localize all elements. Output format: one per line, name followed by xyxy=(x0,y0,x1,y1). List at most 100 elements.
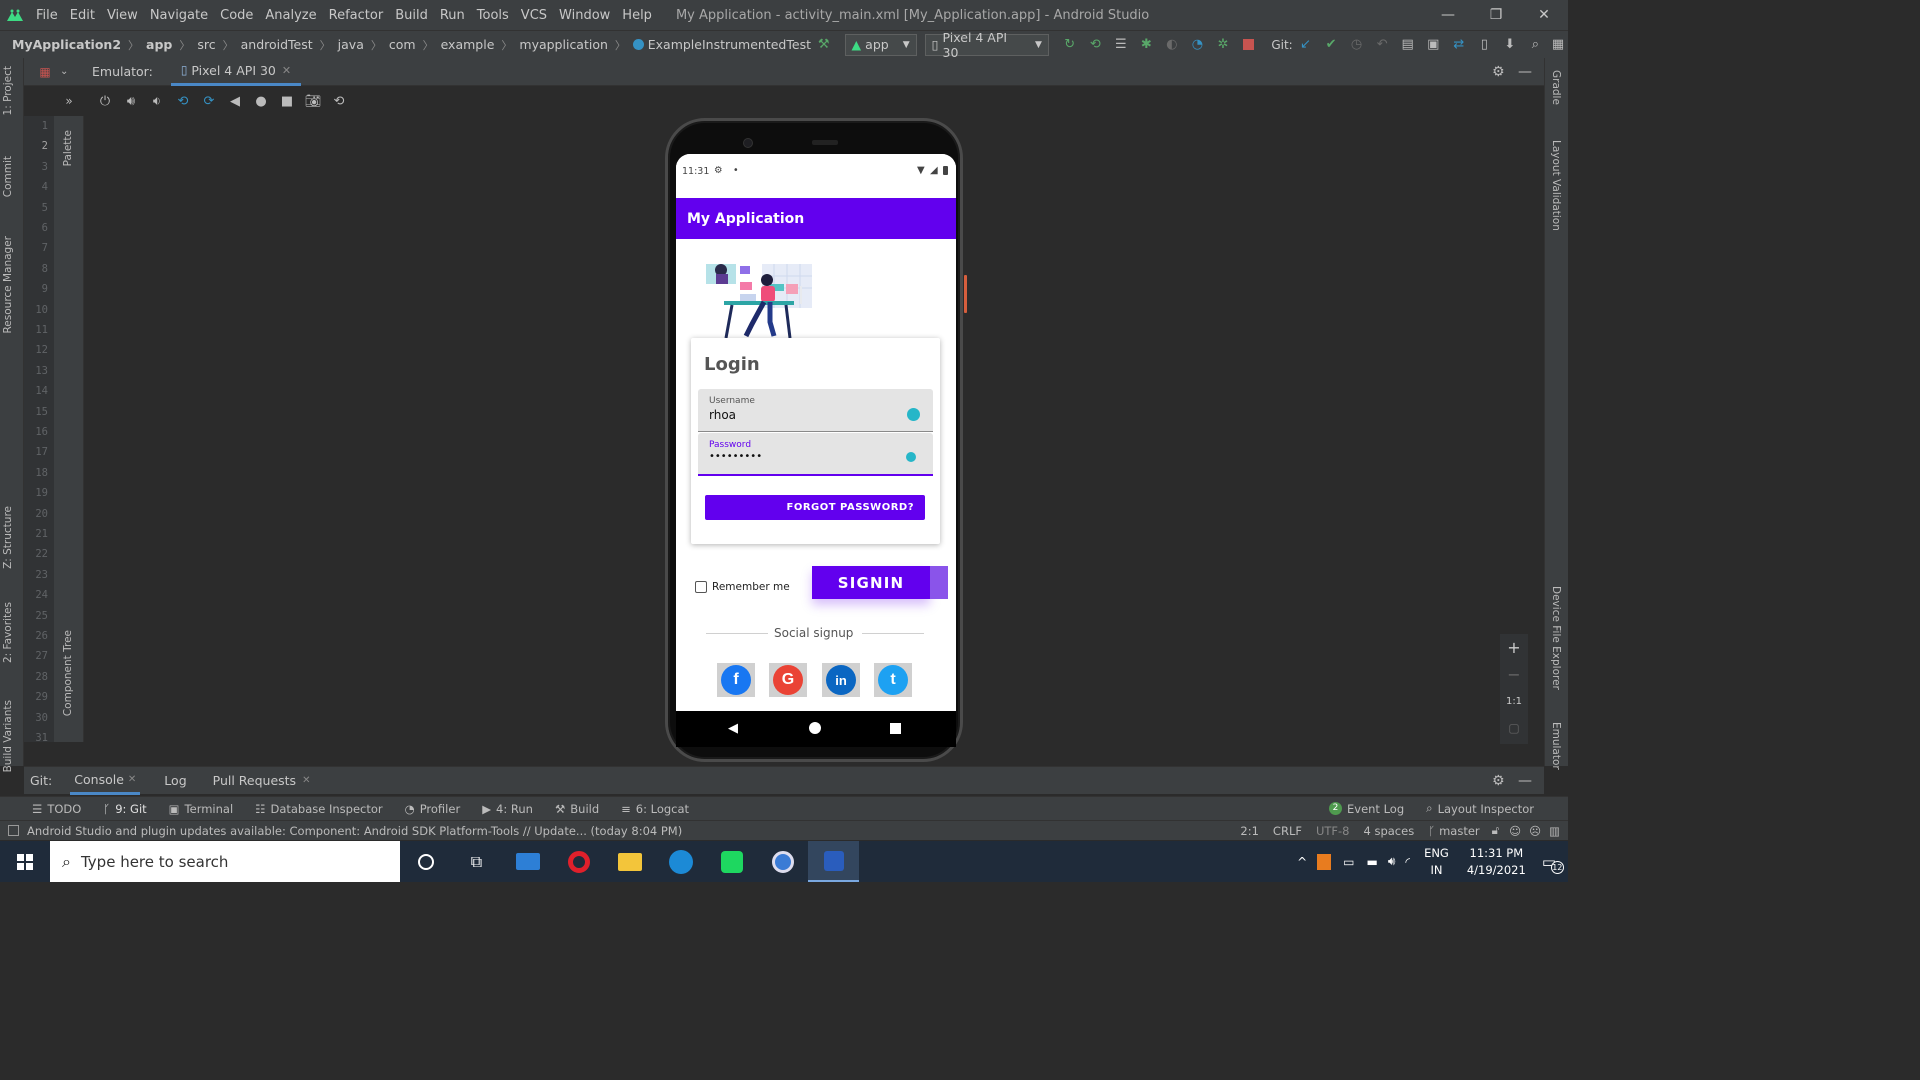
menu-view[interactable]: View xyxy=(101,8,144,23)
git-commit-icon[interactable]: ✔ xyxy=(1318,34,1344,56)
debug-icon[interactable]: ✱ xyxy=(1134,34,1160,56)
indent-setting[interactable]: 4 spaces xyxy=(1364,824,1415,838)
breadcrumb-myapplication[interactable]: myapplication xyxy=(519,37,608,52)
nav-back-icon[interactable]: ◀ xyxy=(728,721,738,736)
nav-home-icon[interactable] xyxy=(809,722,821,734)
attach-debugger-icon[interactable]: ◐ xyxy=(1159,34,1185,56)
search-icon[interactable]: ⌕ xyxy=(1523,34,1549,56)
battery-tray-icon[interactable]: ▬ xyxy=(1367,855,1378,869)
username-field[interactable]: Username rhoa xyxy=(698,389,933,432)
zoom-actual-button[interactable]: 1:1 xyxy=(1500,688,1528,715)
settings-gear-icon[interactable]: ⚙ xyxy=(1492,64,1518,80)
password-field[interactable]: Password ••••••••• xyxy=(698,433,933,476)
rerun-icon[interactable]: ↻ xyxy=(1057,34,1083,56)
cortana-icon[interactable] xyxy=(400,841,451,882)
spotify-icon[interactable] xyxy=(706,841,757,882)
home-icon[interactable]: ● xyxy=(248,90,274,112)
close-tab-icon[interactable]: ✕ xyxy=(282,64,291,77)
linkedin-button[interactable]: in xyxy=(822,663,860,697)
zoom-fit-icon[interactable]: ▢ xyxy=(1500,715,1528,742)
project-structure-icon[interactable]: ▤ xyxy=(1395,34,1421,56)
todo-button[interactable]: ☰ TODO xyxy=(32,802,81,816)
build-hammer-icon[interactable]: ⚒ xyxy=(811,34,837,56)
menu-file[interactable]: File xyxy=(30,8,64,23)
edge-icon[interactable] xyxy=(655,841,706,882)
clock[interactable]: 11:31 PM 4/19/2021 xyxy=(1467,845,1526,879)
git-button[interactable]: ᚴ 9: Git xyxy=(103,802,146,816)
tab-favorites[interactable]: 2: Favorites xyxy=(2,602,14,663)
tab-gradle[interactable]: Gradle xyxy=(1550,70,1562,105)
windows-start-icon[interactable] xyxy=(0,841,50,882)
sync-gradle-icon[interactable]: ⇄ xyxy=(1446,34,1472,56)
menu-run[interactable]: Run xyxy=(434,8,471,23)
password-toggle-icon[interactable] xyxy=(906,452,916,462)
breadcrumb-androidtest[interactable]: androidTest xyxy=(241,37,313,52)
menu-refactor[interactable]: Refactor xyxy=(323,8,390,23)
coverage-icon[interactable]: ☰ xyxy=(1108,34,1134,56)
status-message[interactable]: Android Studio and plugin updates availa… xyxy=(27,824,1240,838)
minimize-icon[interactable]: — xyxy=(1424,7,1472,23)
menu-help[interactable]: Help xyxy=(616,8,658,23)
power-icon[interactable]: ⏻ xyxy=(92,90,118,112)
rotate-right-icon[interactable]: ⟳ xyxy=(196,90,222,112)
screenshot-icon[interactable]: 📷︎ xyxy=(300,90,326,112)
zoom-out-icon[interactable]: − xyxy=(1500,661,1528,688)
debug-attach-icon[interactable]: ✲ xyxy=(1210,34,1236,56)
breadcrumb-class[interactable]: ExampleInstrumentedTest xyxy=(648,37,811,52)
tab-palette[interactable]: Palette xyxy=(62,130,74,166)
rotate-left-icon[interactable]: ⟲ xyxy=(170,90,196,112)
tray-app-icon[interactable] xyxy=(1317,853,1332,870)
tab-project[interactable]: 1: Project xyxy=(2,66,14,115)
app-icon[interactable] xyxy=(757,841,808,882)
avd-manager-icon[interactable]: ▣ xyxy=(1420,34,1446,56)
device-manager-icon[interactable]: ▯ xyxy=(1472,34,1498,56)
mail-icon[interactable] xyxy=(502,841,553,882)
build-button[interactable]: ⚒ Build xyxy=(555,802,599,816)
restore-icon[interactable]: ❐ xyxy=(1472,7,1520,23)
menu-window[interactable]: Window xyxy=(553,8,616,23)
menu-code[interactable]: Code xyxy=(214,8,259,23)
memory-icon[interactable]: ▥ xyxy=(1549,824,1560,838)
chevron-down-icon[interactable]: ⌄ xyxy=(60,66,80,77)
hide-panel-icon[interactable]: — xyxy=(1518,773,1544,789)
git-history-icon[interactable]: ◷ xyxy=(1344,34,1370,56)
google-button[interactable]: G xyxy=(769,663,807,697)
stop-icon[interactable] xyxy=(1236,34,1262,56)
breadcrumb-example[interactable]: example xyxy=(441,37,495,52)
layout-editor-icon[interactable]: ▦ xyxy=(30,61,60,83)
close-icon[interactable]: ✕ xyxy=(1520,7,1568,23)
tab-resource-manager[interactable]: Resource Manager xyxy=(2,236,14,334)
tab-device-file-explorer[interactable]: Device File Explorer xyxy=(1550,586,1562,690)
sdk-manager-icon[interactable]: ⬇ xyxy=(1497,34,1523,56)
tab-commit[interactable]: Commit xyxy=(2,156,14,197)
file-explorer-icon[interactable] xyxy=(604,841,655,882)
signin-button[interactable]: SIGNIN xyxy=(812,566,930,599)
tray-device-icon[interactable]: ▭ xyxy=(1343,855,1354,869)
menu-build[interactable]: Build xyxy=(389,8,434,23)
device-dropdown[interactable]: ▯ Pixel 4 API 30 ▼ xyxy=(924,30,1049,60)
tab-structure[interactable]: Z: Structure xyxy=(2,506,14,569)
back-icon[interactable]: ◀ xyxy=(222,90,248,112)
expand-icon[interactable]: » xyxy=(54,86,84,116)
zoom-in-icon[interactable]: + xyxy=(1500,634,1528,661)
breadcrumb-src[interactable]: src xyxy=(197,37,215,52)
run-button[interactable]: ▶ 4: Run xyxy=(482,802,533,816)
emulator-device-tab[interactable]: ▯ Pixel 4 API 30 ✕ xyxy=(170,58,302,86)
close-tab-icon[interactable]: ✕ xyxy=(128,774,136,785)
smiley-icon[interactable]: ☺ xyxy=(1509,824,1521,838)
volume-down-icon[interactable]: 🔉︎ xyxy=(144,90,170,112)
breadcrumb-java[interactable]: java xyxy=(338,37,364,52)
notification-center-icon[interactable]: ▭ 12 xyxy=(1542,853,1564,874)
nav-recents-icon[interactable] xyxy=(890,723,901,734)
profiler-button[interactable]: ◔ Profiler xyxy=(405,802,461,816)
task-view-icon[interactable]: ⧉ xyxy=(451,841,502,882)
cursor-position[interactable]: 2:1 xyxy=(1240,824,1259,838)
menu-navigate[interactable]: Navigate xyxy=(144,8,214,23)
wifi-tray-icon[interactable]: ◜ xyxy=(1405,855,1410,869)
file-encoding[interactable]: UTF-8 xyxy=(1316,824,1350,838)
database-inspector-button[interactable]: ☷ Database Inspector xyxy=(255,802,382,816)
settings-icon[interactable]: ▦ xyxy=(1548,34,1568,56)
menu-analyze[interactable]: Analyze xyxy=(259,8,322,23)
breadcrumb-project[interactable]: MyApplication2 xyxy=(12,37,121,52)
close-tab-icon[interactable]: ✕ xyxy=(302,775,310,786)
